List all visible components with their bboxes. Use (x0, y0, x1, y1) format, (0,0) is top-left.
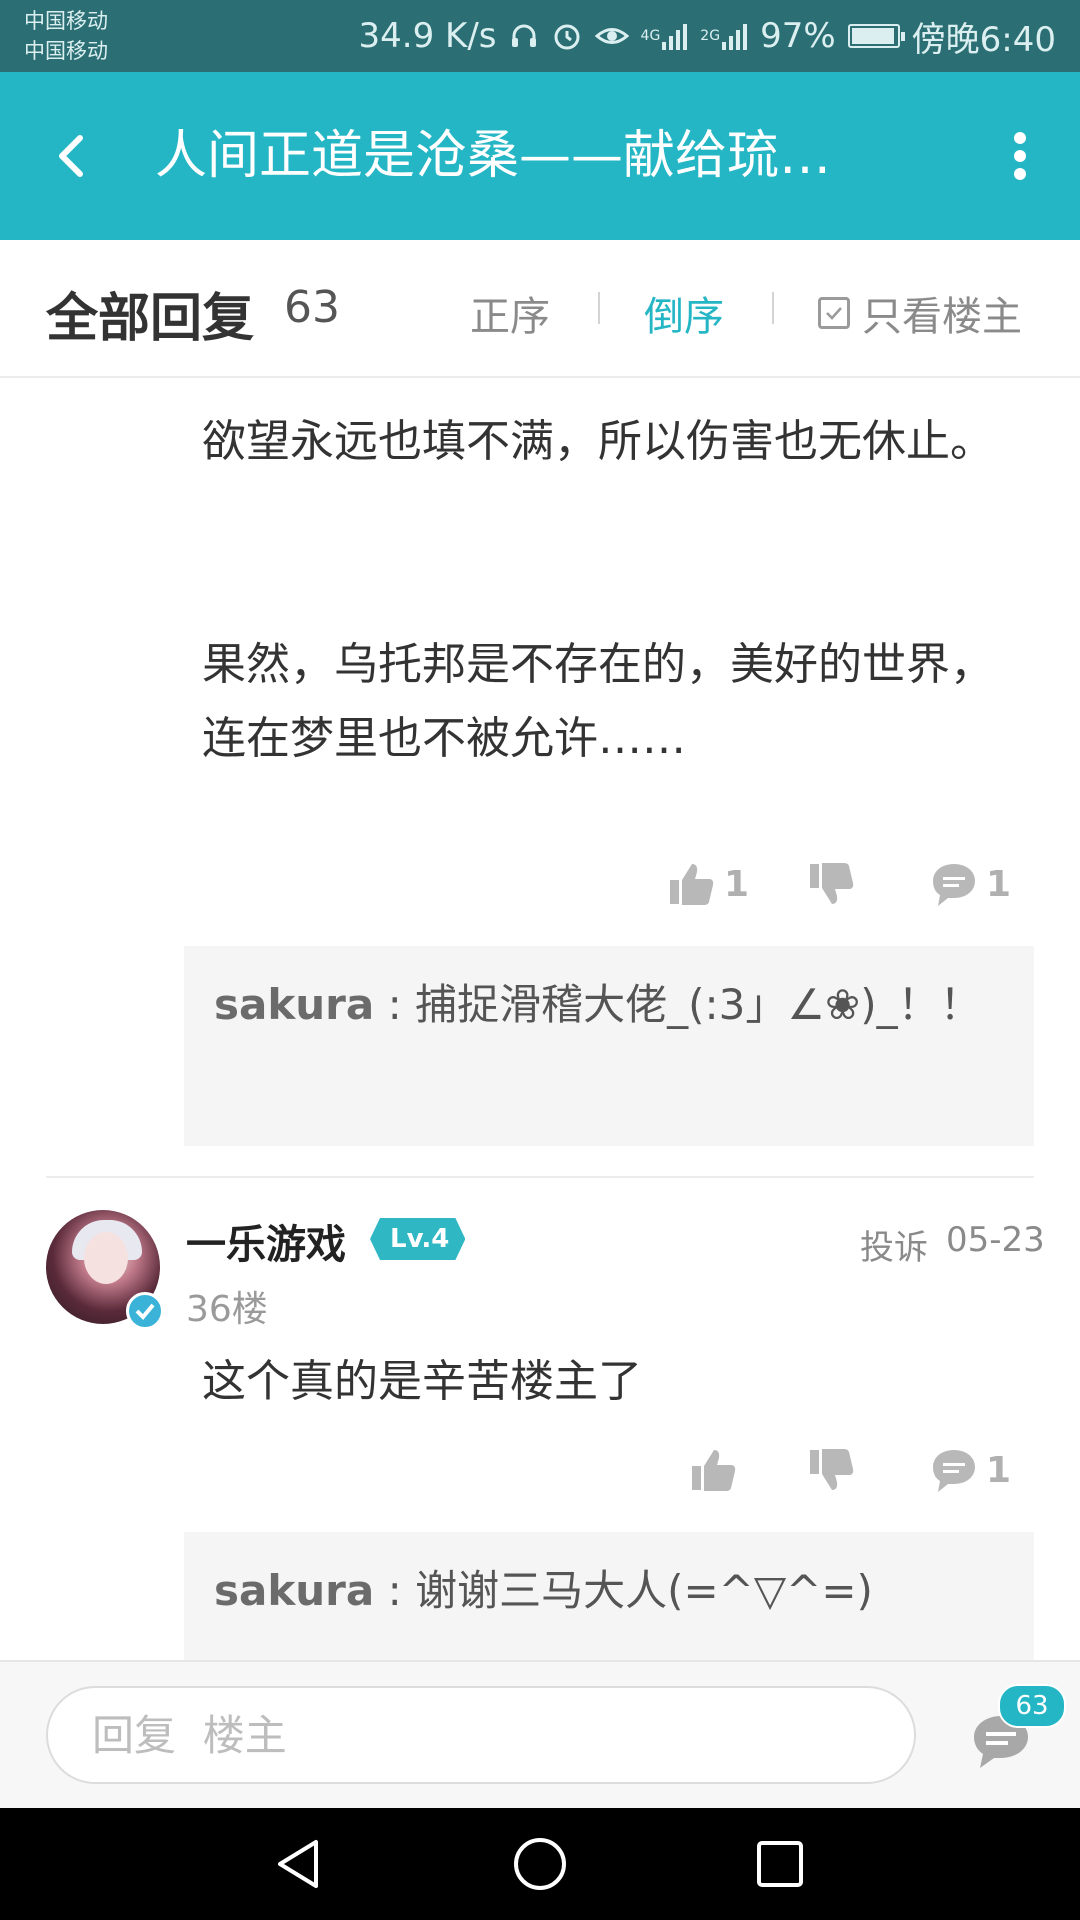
comment-paragraph: 果然，乌托邦是不存在的，美好的世界，连在梦里也不被允许…… (202, 639, 994, 764)
system-nav-bar (0, 1808, 1080, 1920)
username[interactable]: 一乐游戏 (186, 1212, 346, 1270)
nav-back-icon[interactable] (270, 1834, 330, 1894)
more-vertical-icon[interactable] (990, 122, 1050, 190)
reply-count-badge: 63 (998, 1684, 1066, 1728)
avatar[interactable] (46, 1210, 164, 1330)
level-badge: Lv.4 (370, 1218, 465, 1260)
sub-reply-user[interactable]: sakura (214, 980, 374, 1029)
app-bar: 人间正道是沧桑——献给琉… (0, 72, 1080, 240)
battery-icon (847, 24, 905, 48)
clock: 傍晚6:40 (911, 19, 1056, 60)
checkbox-icon[interactable] (818, 297, 850, 329)
divider (772, 292, 774, 324)
comment-paragraph: 欲望永远也填不满，所以伤害也无休止。 (202, 416, 994, 467)
post-date: 05-23 (946, 1220, 1045, 1260)
like-count: 1 (724, 863, 750, 905)
floor-number: 36楼 (186, 1289, 268, 1330)
all-replies-title: 全部回复 (46, 289, 255, 349)
like-button[interactable]: 1 (668, 860, 749, 908)
reply-input[interactable] (46, 1686, 916, 1784)
reply-input-bar: 63 (0, 1660, 1080, 1810)
verified-badge-icon (126, 1292, 164, 1330)
page-title: 人间正道是沧桑——献给琉… (155, 126, 832, 186)
comment-divider (46, 1176, 1034, 1178)
network-speed: 34.9 K/s (358, 16, 497, 56)
thumbs-up-icon (692, 1450, 736, 1491)
only-op-toggle[interactable]: 只看楼主 (818, 284, 1022, 342)
dislike-button[interactable] (808, 1446, 856, 1494)
battery-percent: 97% (760, 16, 836, 56)
carrier-info: 中国移动 中国移动 (24, 6, 108, 66)
comment-text: 这个真的是辛苦楼主了 (202, 1356, 642, 1407)
nav-recents-icon[interactable] (750, 1834, 810, 1894)
reply-count: 1 (986, 863, 1012, 905)
back-arrow-icon[interactable] (40, 122, 108, 190)
reply-count: 1 (986, 1449, 1012, 1491)
reply-count: 63 (284, 282, 340, 333)
sort-descending-tab[interactable]: 倒序 (644, 284, 724, 342)
reply-header: 全部回复 63 正序 倒序 只看楼主 (0, 240, 1080, 378)
sub-reply-user[interactable]: sakura (214, 1566, 374, 1615)
reply-button[interactable]: 1 (930, 1446, 1011, 1494)
sort-ascending-tab[interactable]: 正序 (470, 284, 550, 342)
dislike-button[interactable] (808, 860, 856, 908)
carrier-2: 中国移动 (24, 39, 108, 63)
battery-fill (851, 28, 895, 44)
comment-bubble-icon (933, 864, 975, 906)
eye-icon (594, 23, 629, 49)
like-button[interactable] (690, 1446, 738, 1494)
network-type-1: 4G (640, 28, 661, 44)
sub-reply[interactable]: sakura : 谢谢三马大人(=^▽^=) (184, 1532, 1034, 1660)
signal-icon-2: 2G (700, 22, 748, 50)
thumbs-down-icon (810, 1449, 854, 1490)
status-bar: 中国移动 中国移动 34.9 K/s 4G 2G 97% 傍晚6:40 (0, 0, 1080, 72)
thumbs-down-icon (810, 863, 854, 904)
sub-reply[interactable]: sakura : 捕捉滑稽大佬_(:3」∠❀)_！！ (184, 946, 1034, 1146)
status-indicators: 34.9 K/s 4G 2G 97% 傍晚6:40 (359, 0, 1056, 72)
only-op-label: 只看楼主 (862, 294, 1022, 340)
sub-reply-text: 捕捉滑稽大佬_(:3」∠❀)_！！ (415, 980, 982, 1029)
signal-icon-1: 4G (641, 22, 689, 50)
carrier-1: 中国移动 (24, 9, 108, 33)
thumbs-up-icon (670, 864, 714, 905)
comment-bubble-icon (933, 1450, 975, 1492)
alarm-icon (551, 20, 583, 52)
nav-home-icon[interactable] (510, 1834, 570, 1894)
sub-reply-text: 谢谢三马大人(=^▽^=) (415, 1566, 873, 1615)
headset-icon (509, 21, 539, 51)
network-type-2: 2G (700, 28, 721, 44)
sub-reply-separator: : (374, 980, 416, 1029)
reply-button[interactable]: 1 (930, 860, 1011, 908)
report-link[interactable]: 投诉 (860, 1220, 928, 1269)
avatar-face (84, 1232, 128, 1284)
sub-reply-separator: : (374, 1566, 416, 1615)
divider (598, 292, 600, 324)
